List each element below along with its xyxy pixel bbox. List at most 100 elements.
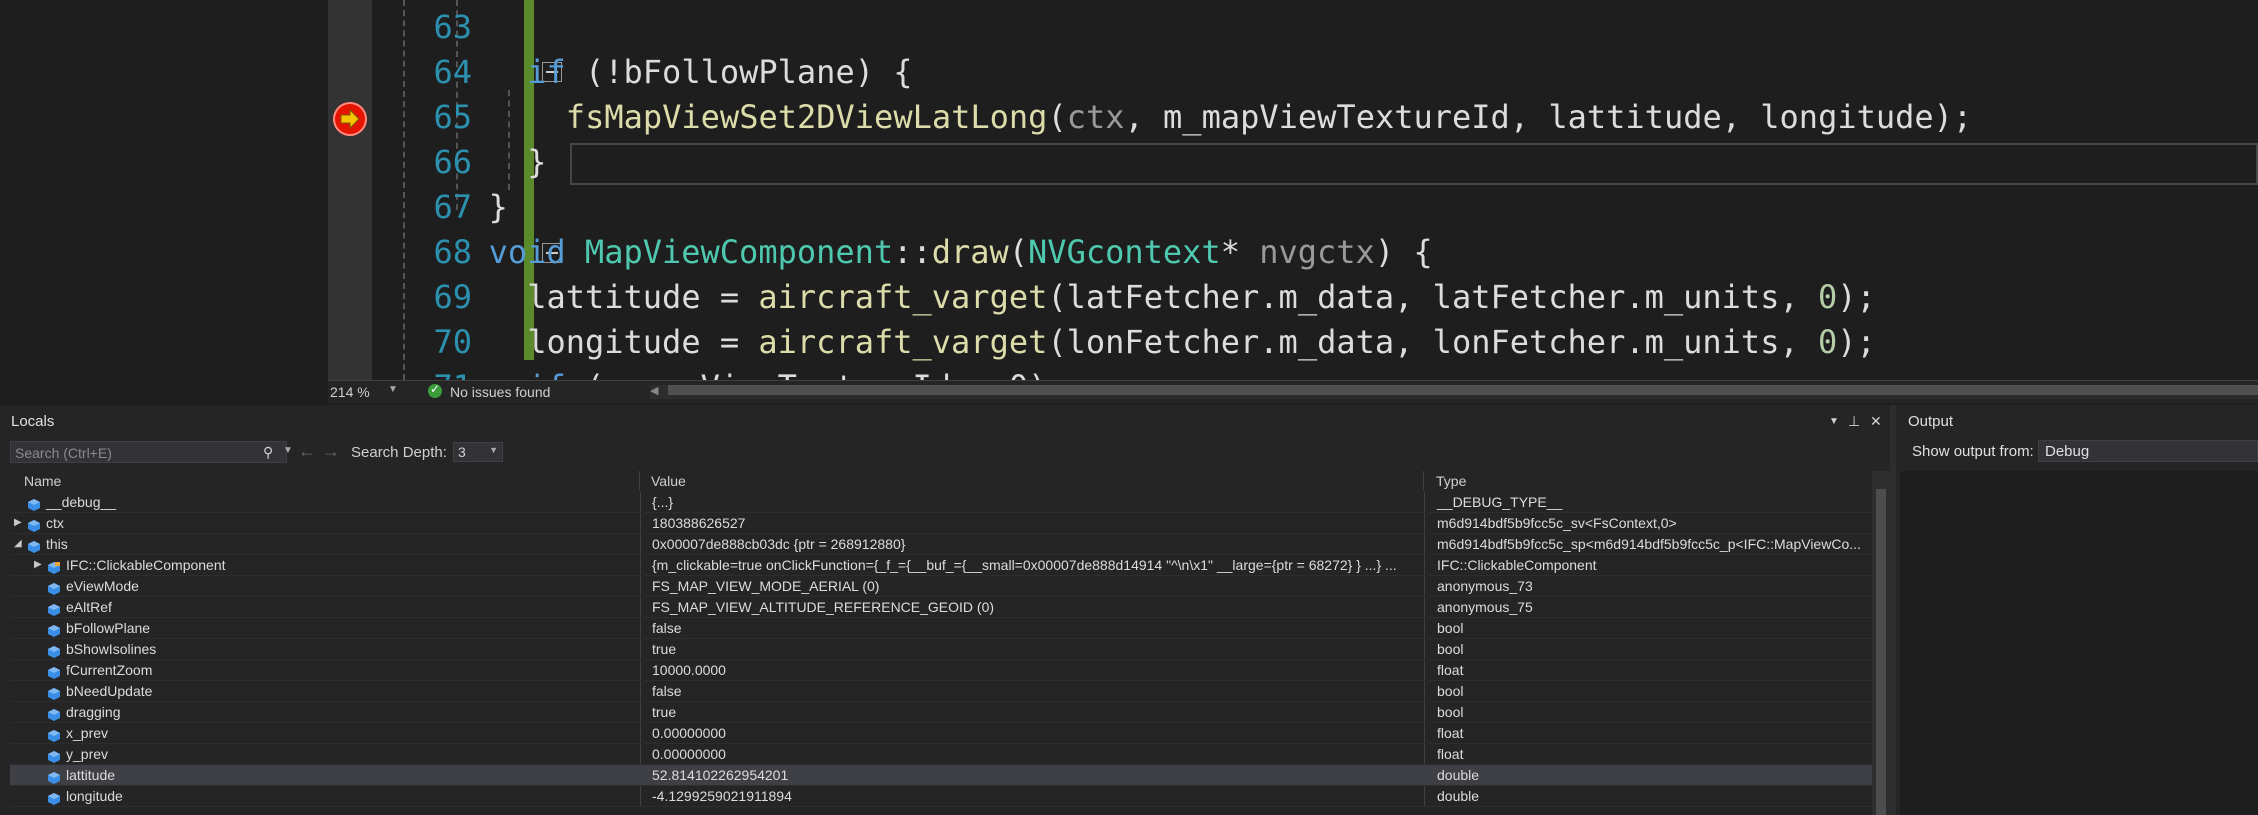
scrollbar-thumb[interactable]: [668, 385, 2258, 395]
code-token: (latFetcher.m_data, latFetcher.m_units,: [1047, 278, 1818, 316]
table-row[interactable]: eAltRef FS_MAP_VIEW_ALTITUDE_REFERENCE_GE…: [10, 597, 1872, 618]
code-line[interactable]: }: [489, 185, 508, 230]
variable-name: lattitude: [66, 767, 116, 783]
table-row[interactable]: ▶ ctx 180388626527 m6d914bdf5b9fcc5c_sv<FsC…: [10, 513, 1872, 534]
close-icon[interactable]: ✕: [1870, 413, 1882, 430]
cell-type: __DEBUG_TYPE__: [1424, 492, 1872, 512]
cell-value[interactable]: 0x00007de888cb03dc {ptr = 268912880}: [640, 534, 1424, 554]
line-number: 66: [433, 143, 472, 181]
code-token: *: [1220, 233, 1260, 271]
code-token: lattitude =: [527, 278, 759, 316]
table-row[interactable]: y_prev 0.00000000 float: [10, 744, 1872, 765]
variable-name: eAltRef: [66, 599, 112, 615]
cube-field-icon: [48, 706, 60, 721]
code-line[interactable]: lattitude = aircraft_varget(latFetcher.m…: [527, 275, 1876, 320]
code-line[interactable]: fsMapViewSet2DViewLatLong(ctx, m_mapView…: [566, 95, 1972, 140]
glyph-margin[interactable]: [328, 0, 372, 383]
variable-name: fCurrentZoom: [66, 662, 153, 678]
code-token: ) {: [1374, 233, 1433, 271]
code-line[interactable]: void MapViewComponent::draw(NVGcontext* …: [489, 230, 1433, 275]
output-panel: Output Show output from: Debug: [1896, 405, 2258, 815]
cell-value[interactable]: 0.00000000: [640, 744, 1424, 764]
search-input[interactable]: [13, 443, 247, 463]
pin-icon[interactable]: ⊥: [1848, 413, 1860, 430]
breakpoint-arrow-icon[interactable]: [333, 102, 367, 136]
search-icon[interactable]: ⚲: [263, 444, 273, 461]
output-source-select[interactable]: Debug: [2038, 440, 2258, 462]
cell-type: float: [1424, 723, 1872, 743]
cell-type: m6d914bdf5b9fcc5c_sp<m6d914bdf5b9fcc5c_p…: [1424, 534, 1872, 554]
cell-type: double: [1424, 765, 1872, 785]
table-row[interactable]: ▶ IFC::ClickableComponent {m_clickable=tru…: [10, 555, 1872, 576]
cell-value[interactable]: false: [640, 618, 1424, 638]
cell-value[interactable]: true: [640, 702, 1424, 722]
chevron-down-icon[interactable]: ▼: [283, 445, 293, 456]
zoom-dropdown-icon[interactable]: ▼: [388, 384, 398, 395]
table-row[interactable]: ◢ this 0x00007de888cb03dc {ptr = 268912880…: [10, 534, 1872, 555]
cell-value[interactable]: 0.00000000: [640, 723, 1424, 743]
table-row[interactable]: bShowIsolines true bool: [10, 639, 1872, 660]
column-header-value[interactable]: Value: [640, 471, 1424, 491]
code-token: if: [527, 368, 566, 380]
cell-value[interactable]: {m_clickable=true onClickFunction={_f_={…: [640, 555, 1424, 575]
cell-value[interactable]: true: [640, 639, 1424, 659]
panel-title: Locals: [11, 413, 55, 430]
forward-arrow-icon[interactable]: →: [322, 441, 340, 462]
scrollbar-thumb[interactable]: [1876, 489, 1886, 815]
back-arrow-icon[interactable]: ←: [298, 441, 316, 462]
code-line[interactable]: longitude = aircraft_varget(lonFetcher.m…: [527, 320, 1876, 365]
table-row[interactable]: lattitude 52.814102262954201 double: [10, 765, 1872, 786]
vertical-scrollbar[interactable]: [1872, 471, 1890, 815]
variable-name: __debug__: [46, 494, 117, 510]
column-header-type[interactable]: Type: [1424, 471, 1872, 491]
code-token: (m_mapViewTextureId > 0): [566, 368, 1047, 380]
cell-type: float: [1424, 660, 1872, 680]
column-header-name[interactable]: Name: [10, 471, 640, 491]
search-depth-select[interactable]: 3 ▼: [453, 442, 503, 462]
check-icon: [428, 382, 442, 398]
cube-field-icon: [48, 769, 60, 784]
cell-value[interactable]: 52.814102262954201: [640, 765, 1424, 785]
table-row[interactable]: x_prev 0.00000000 float: [10, 723, 1872, 744]
code-token: , m_mapViewTextureId, lattitude, longitu…: [1124, 98, 1973, 136]
cube-field-icon: [48, 601, 60, 616]
cell-value[interactable]: -4.1299259021911894: [640, 786, 1424, 806]
horizontal-scrollbar[interactable]: [650, 385, 2258, 399]
table-row[interactable]: fCurrentZoom 10000.0000 float: [10, 660, 1872, 681]
cell-name: eAltRef: [10, 597, 638, 617]
cell-name: ▶ IFC::ClickableComponent: [10, 555, 638, 575]
panel-title: Output: [1908, 413, 1954, 430]
indent-guide: [508, 90, 510, 190]
code-line[interactable]: }: [527, 140, 546, 185]
cell-name: bFollowPlane: [10, 618, 638, 638]
search-box[interactable]: ⚲ ▼: [10, 441, 293, 463]
table-row[interactable]: longitude -4.1299259021911894 double: [10, 786, 1872, 807]
locals-panel: Locals ▼ ⊥ ✕ ⚲ ▼ ← → Search Depth: 3 ▼ N…: [0, 405, 1890, 815]
expand-icon[interactable]: ▶: [14, 513, 22, 533]
cell-value[interactable]: FS_MAP_VIEW_MODE_AERIAL (0): [640, 576, 1424, 596]
scroll-left-icon[interactable]: ◀: [650, 384, 658, 397]
expand-icon[interactable]: ▶: [34, 555, 42, 575]
dropdown-menu-icon[interactable]: ▼: [1829, 416, 1839, 427]
issues-status[interactable]: No issues found: [450, 384, 550, 400]
table-row[interactable]: eViewMode FS_MAP_VIEW_MODE_AERIAL (0) anon…: [10, 576, 1872, 597]
code-editor[interactable]: 63 64 if (!bFollowPlane) {65 fsMapViewSet2D…: [372, 0, 2258, 380]
code-token: fsMapViewSet2DViewLatLong: [565, 98, 1048, 136]
cell-name: __debug__: [10, 492, 638, 512]
cell-value[interactable]: 180388626527: [640, 513, 1424, 533]
zoom-level[interactable]: 214 %: [330, 384, 370, 400]
table-row[interactable]: bNeedUpdate false bool: [10, 681, 1872, 702]
cell-value[interactable]: 10000.0000: [640, 660, 1424, 680]
table-row[interactable]: __debug__ {...} __DEBUG_TYPE__: [10, 492, 1872, 513]
code-line[interactable]: if (!bFollowPlane) {: [527, 50, 912, 95]
cell-value[interactable]: FS_MAP_VIEW_ALTITUDE_REFERENCE_GEOID (0): [640, 597, 1424, 617]
cell-type: double: [1424, 786, 1872, 806]
output-text-area[interactable]: [1900, 471, 2258, 815]
table-row[interactable]: dragging true bool: [10, 702, 1872, 723]
code-line[interactable]: if (m_mapViewTextureId > 0): [527, 365, 1047, 380]
table-row[interactable]: bFollowPlane false bool: [10, 618, 1872, 639]
code-token: NVGcontext: [1028, 233, 1221, 271]
collapse-icon[interactable]: ◢: [14, 534, 22, 554]
cell-value[interactable]: {...}: [640, 492, 1424, 512]
cell-value[interactable]: false: [640, 681, 1424, 701]
